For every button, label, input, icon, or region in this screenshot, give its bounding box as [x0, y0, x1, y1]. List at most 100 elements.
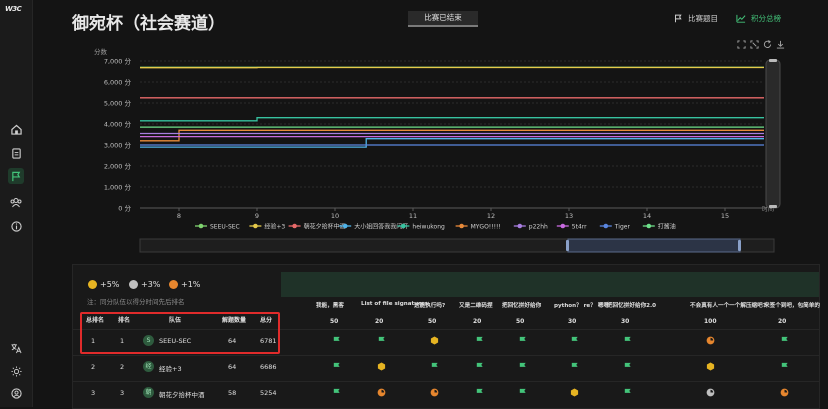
- legend-label[interactable]: MYGO!!!!!: [471, 223, 501, 230]
- legend-marker: [459, 224, 464, 229]
- series-line: [140, 118, 764, 121]
- users-icon[interactable]: [8, 194, 24, 210]
- challenge-name[interactable]: 我能，黑客: [316, 301, 344, 309]
- challenge-name[interactable]: 把回忆拼好给你: [502, 301, 541, 309]
- legend-label[interactable]: 经验+3: [264, 222, 285, 230]
- y-tick-label: 1,000 分: [104, 183, 132, 192]
- document-icon[interactable]: [8, 145, 24, 161]
- series-line: [140, 139, 764, 147]
- row-separator: [73, 381, 819, 382]
- solved-count-cell: 64: [228, 363, 236, 371]
- row-separator: [73, 355, 819, 356]
- challenge-points: 20: [778, 318, 786, 325]
- challenge-header-band: [281, 272, 819, 297]
- legend-label[interactable]: heiwukong: [412, 223, 445, 230]
- sidebar: W3C: [0, 0, 33, 407]
- scoreboard-button[interactable]: 积分总榜: [736, 13, 781, 24]
- sun-icon[interactable]: [8, 363, 24, 379]
- bonus-badge: +5%: [88, 280, 119, 289]
- vertical-slider-handle-bottom[interactable]: [769, 205, 777, 208]
- legend-marker: [647, 224, 652, 229]
- solved-flag-icon: [475, 388, 484, 397]
- range-handle-right[interactable]: [738, 240, 741, 251]
- challenge-points: 30: [568, 318, 576, 325]
- problems-button[interactable]: 比赛题目: [674, 13, 718, 24]
- range-handle-left[interactable]: [566, 240, 569, 251]
- bronze-medal-icon: [430, 388, 439, 397]
- challenge-name[interactable]: python？ re？ 嗯嗯: [554, 301, 609, 309]
- y-axis-label: 分数: [94, 47, 108, 56]
- challenge-name[interactable]: 不会真有人一个一个解压缩吧?: [690, 301, 766, 309]
- challenge-points: 100: [704, 318, 717, 325]
- zoom-range-window[interactable]: [568, 239, 740, 252]
- legend-label[interactable]: SEEU-SEC: [210, 223, 240, 230]
- y-tick-label: 6,000 分: [104, 78, 132, 87]
- legend-label[interactable]: p22hh: [529, 223, 548, 230]
- ranking-note: 注：同分队伍以得分时间先后排名: [87, 296, 185, 306]
- gold-medal-icon: [706, 362, 715, 371]
- x-tick-label: 10: [331, 212, 339, 220]
- avatar: 朝: [143, 387, 154, 398]
- y-tick-label: 7,000 分: [104, 57, 132, 66]
- solved-flag-icon: [377, 336, 386, 345]
- challenge-points: 50: [516, 318, 524, 325]
- problems-button-label: 比赛题目: [688, 13, 718, 24]
- bonus-badge: +1%: [169, 280, 200, 289]
- challenge-points: 50: [330, 318, 338, 325]
- rank-cell: 2: [120, 363, 124, 371]
- vertical-zoom-slider[interactable]: [766, 60, 780, 208]
- bronze-medal-icon: [706, 336, 715, 345]
- challenge-name[interactable]: 又是二维码捏: [459, 301, 493, 309]
- solved-flag-icon: [475, 362, 484, 371]
- x-tick-label: 13: [565, 212, 573, 220]
- home-icon[interactable]: [8, 121, 24, 137]
- medal-icon: [169, 280, 178, 289]
- challenge-name[interactable]: 把回忆拼好给你2.0: [607, 301, 656, 309]
- medal-icon: [88, 280, 97, 289]
- legend-label[interactable]: Tiger: [614, 223, 631, 230]
- logo: W3C: [5, 5, 21, 13]
- x-tick-label: 12: [487, 212, 495, 220]
- bonus-label: +5%: [100, 280, 119, 289]
- solved-flag-icon: [518, 388, 527, 397]
- challenge-points: 50: [428, 318, 436, 325]
- legend-marker: [199, 224, 204, 229]
- legend-marker: [292, 224, 297, 229]
- x-tick-label: 14: [643, 212, 651, 220]
- flag-icon[interactable]: [8, 168, 24, 184]
- x-tick-label: 9: [255, 212, 259, 220]
- top-team-highlight: [80, 312, 280, 354]
- solved-flag-icon: [780, 362, 789, 371]
- gold-medal-icon: [377, 362, 386, 371]
- solved-count-cell: 58: [228, 389, 236, 397]
- team-name[interactable]: 经验+3: [159, 363, 182, 373]
- legend-marker: [253, 224, 258, 229]
- challenge-name[interactable]: 来签个到吧，包简单的: [764, 301, 820, 309]
- solved-flag-icon: [475, 336, 484, 345]
- score-chart: 分数 时间 0 分1,000 分2,000 分3,000 分4,000 分5,0…: [68, 37, 808, 262]
- score-cell: 5254: [260, 389, 277, 397]
- legend-label[interactable]: 打酱油: [658, 222, 676, 230]
- solved-flag-icon: [430, 362, 439, 371]
- solved-flag-icon: [623, 362, 632, 371]
- solved-flag-icon: [332, 362, 341, 371]
- y-tick-label: 2,000 分: [104, 162, 132, 171]
- user-circle-icon[interactable]: [8, 385, 24, 401]
- info-icon[interactable]: [8, 218, 24, 234]
- contest-status-tab[interactable]: 比赛已结束: [408, 11, 478, 27]
- legend-label[interactable]: 5t4rr: [572, 223, 587, 230]
- challenge-name[interactable]: 这能执行吗?: [414, 301, 445, 309]
- solved-flag-icon: [518, 336, 527, 345]
- translate-icon[interactable]: [8, 340, 24, 356]
- medal-icon: [129, 280, 138, 289]
- rank-cell: 3: [120, 389, 124, 397]
- solved-flag-icon: [332, 336, 341, 345]
- bonus-label: +3%: [141, 280, 160, 289]
- bronze-medal-icon: [377, 388, 386, 397]
- solved-flag-icon: [623, 388, 632, 397]
- main-content: 御宛杯（社会赛道） 比赛已结束 比赛题目 积分总榜 分数 时间 0 分1,000…: [32, 0, 828, 407]
- vertical-slider-handle-top[interactable]: [769, 59, 777, 62]
- legend-marker: [561, 224, 566, 229]
- team-name[interactable]: 朝花夕拾杯中酒: [159, 389, 205, 399]
- solved-flag-icon: [518, 362, 527, 371]
